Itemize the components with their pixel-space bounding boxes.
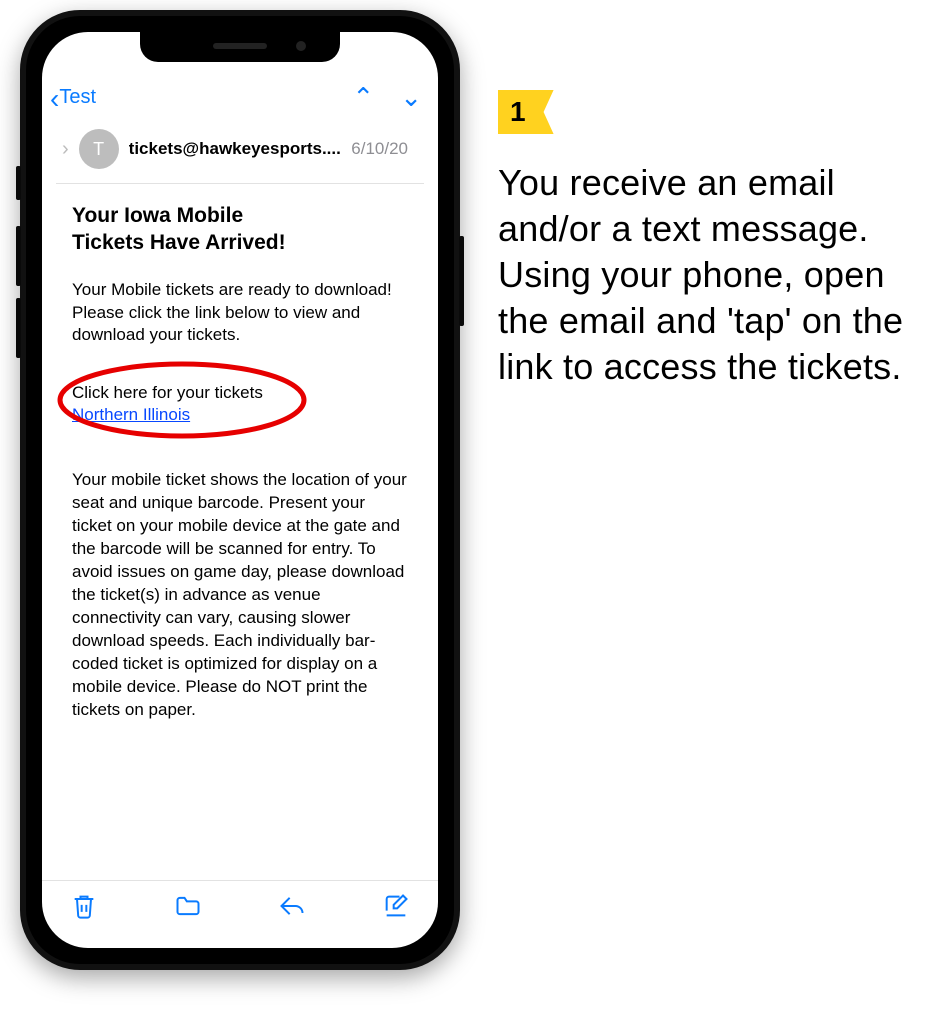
mail-toolbar <box>42 880 438 948</box>
avatar: T <box>79 129 119 169</box>
mail-body[interactable]: Your Iowa Mobile Tickets Have Arrived! Y… <box>42 184 438 880</box>
phone-frame: ‹ Test ⌃ ⌄ › T tickets@hawkeyesports.... <box>0 0 480 970</box>
sender-row[interactable]: › T tickets@hawkeyesports.... 6/10/20 <box>56 121 424 184</box>
volume-up <box>16 226 21 286</box>
mute-switch <box>16 166 21 200</box>
step-number-flag: 1 <box>498 90 554 134</box>
phone-notch <box>140 32 340 62</box>
annotation-circle <box>50 357 320 443</box>
disclosure-icon: › <box>62 138 69 161</box>
mail-nav-header: ‹ Test ⌃ ⌄ <box>42 76 438 121</box>
sender-name: tickets@hawkeyesports.... <box>129 139 342 159</box>
back-button[interactable]: ‹ Test <box>50 84 96 112</box>
volume-down <box>16 298 21 358</box>
reply-icon[interactable] <box>278 892 306 925</box>
back-label: Test <box>59 86 96 109</box>
phone-screen: ‹ Test ⌃ ⌄ › T tickets@hawkeyesports.... <box>42 32 438 948</box>
mail-intro-paragraph: Your Mobile tickets are ready to downloa… <box>72 279 408 348</box>
mail-body-paragraph: Your mobile ticket shows the location of… <box>72 469 408 721</box>
trash-icon[interactable] <box>70 892 98 925</box>
chevron-left-icon: ‹ <box>50 85 59 113</box>
ticket-link-block: Click here for your tickets Northern Ill… <box>72 383 408 425</box>
instruction-text: You receive an email and/or a text messa… <box>498 160 918 390</box>
instruction-panel: 1 You receive an email and/or a text mes… <box>480 0 930 970</box>
avatar-initial: T <box>93 139 104 160</box>
side-button <box>459 236 464 326</box>
prev-message-button[interactable]: ⌃ <box>352 82 374 113</box>
sender-date: 6/10/20 <box>351 139 408 159</box>
folder-icon[interactable] <box>174 892 202 925</box>
compose-icon[interactable] <box>382 892 410 925</box>
step-number: 1 <box>510 96 526 127</box>
mail-subject: Your Iowa Mobile Tickets Have Arrived! <box>72 202 408 257</box>
next-message-button[interactable]: ⌄ <box>400 82 422 113</box>
